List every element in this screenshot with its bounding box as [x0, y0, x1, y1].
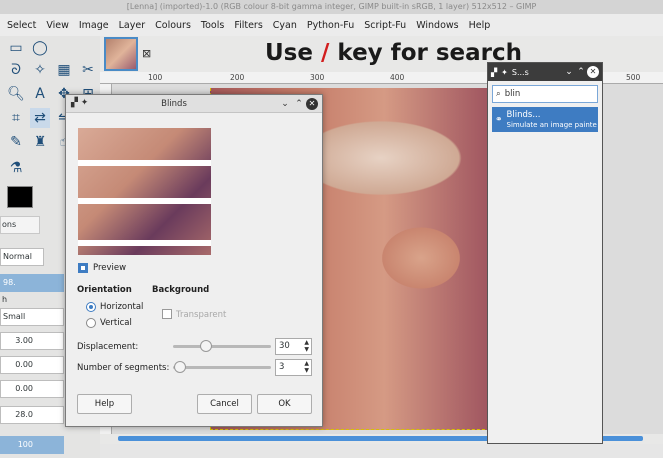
search-query: blin [504, 89, 521, 99]
vertical-radio[interactable] [86, 318, 96, 328]
result-description: Simulate an image painte [506, 120, 597, 129]
dialog-title: Blinds [161, 98, 187, 109]
background-heading: Background [152, 285, 210, 295]
displacement-label: Displacement: [77, 342, 139, 352]
ok-button[interactable]: OK [257, 394, 312, 414]
foreground-color[interactable] [7, 186, 33, 208]
search-icon: ⌕ [496, 89, 501, 99]
search-result-blinds[interactable]: ⚭ Blinds... Simulate an image painte [492, 107, 598, 132]
image-tab-thumbnail[interactable] [104, 37, 138, 71]
ruler-label: 500 [626, 73, 641, 82]
help-button[interactable]: Help [77, 394, 132, 414]
measure-icon[interactable]: A [30, 84, 50, 104]
fuzzy-select-icon[interactable]: ✧ [30, 60, 50, 80]
preview-label: Preview [93, 263, 127, 273]
select-by-color-icon[interactable]: ▦ [54, 60, 74, 80]
tool-options-tab[interactable]: ons [0, 216, 40, 234]
dialog-titlebar: ▞ ✦ Blinds ⌄ ⌃ ✕ [66, 95, 322, 113]
menu-filters[interactable]: Filters [229, 20, 267, 31]
displacement-slider[interactable] [173, 345, 271, 348]
search-input[interactable]: ⌕ blin [492, 85, 598, 103]
result-name: Blinds... [506, 109, 541, 120]
crop-icon[interactable]: ⌗ [6, 108, 26, 128]
segments-slider-knob[interactable] [174, 361, 186, 373]
horizontal-radio[interactable] [86, 302, 96, 312]
close-icon[interactable]: ✕ [306, 97, 318, 110]
spacing-field[interactable]: 28.0 [0, 406, 64, 424]
blinds-dialog: ▞ ✦ Blinds ⌄ ⌃ ✕ Preview Orientation Hor… [65, 94, 323, 427]
aspect-field[interactable]: 0.00 [0, 356, 64, 374]
segments-spinbox[interactable]: 3 ▲ ▼ [275, 359, 312, 376]
angle-field[interactable]: 0.00 [0, 380, 64, 398]
menu-windows[interactable]: Windows [411, 20, 463, 31]
menu-view[interactable]: View [41, 20, 74, 31]
displacement-value: 30 [279, 341, 290, 351]
cancel-button[interactable]: Cancel [197, 394, 252, 414]
hint-before: Use [265, 40, 313, 66]
zoom-icon[interactable]: 🔍︎ [6, 84, 26, 104]
search-panel-title: S...s [511, 67, 529, 77]
hardness-slider[interactable]: 100 [0, 436, 64, 454]
ellipse-select-icon[interactable]: ◯ [30, 38, 50, 58]
segments-label: Number of segments: [77, 363, 170, 373]
blind-slat [78, 240, 211, 246]
transform-icon[interactable]: ⇄ [30, 108, 50, 128]
displacement-spinbox[interactable]: 30 ▲ ▼ [275, 338, 312, 355]
ruler-label: 200 [230, 73, 245, 82]
ruler-label: 400 [390, 73, 405, 82]
segments-value: 3 [279, 362, 285, 372]
rect-select-icon[interactable]: ▭ [6, 38, 26, 58]
pencil-icon[interactable]: ✎ [6, 132, 26, 152]
search-actions-panel: ▞ ✦ S...s ⌄ ⌃ ✕ ⌕ blin ⚭ Blinds... Simul… [487, 62, 603, 444]
horizontal-label: Horizontal [100, 302, 144, 312]
brush-select[interactable]: Small [0, 308, 64, 326]
menu-image[interactable]: Image [74, 20, 114, 31]
close-icon[interactable]: ✕ [587, 66, 599, 78]
menu-colours[interactable]: Colours [150, 20, 196, 31]
transparent-label: Transparent [176, 310, 227, 320]
menu-script-fu[interactable]: Script-Fu [359, 20, 411, 31]
ruler-label: 300 [310, 73, 325, 82]
search-hint: Use / key for search [265, 40, 522, 66]
search-panel-titlebar: ▞ ✦ S...s ⌄ ⌃ ✕ [488, 63, 602, 81]
minimize-icon[interactable]: ⌄ [278, 99, 292, 109]
menu-select[interactable]: Select [2, 20, 41, 31]
segments-slider[interactable] [173, 366, 271, 369]
spin-arrows-icon[interactable]: ▲ ▼ [304, 339, 309, 353]
scissors-icon[interactable]: ✂ [78, 60, 98, 80]
menu-cyan[interactable]: Cyan [268, 20, 302, 31]
color-picker-icon[interactable]: ⚗ [6, 158, 26, 178]
size-field[interactable]: 3.00 [0, 332, 64, 350]
dialog-app-icon: ▞ ✦ [71, 98, 89, 108]
menu-help[interactable]: Help [464, 20, 496, 31]
menubar: Select View Image Layer Colours Tools Fi… [0, 14, 663, 36]
menu-layer[interactable]: Layer [114, 20, 151, 31]
blinds-filter-icon: ⚭ [495, 114, 503, 125]
transparent-checkbox[interactable] [162, 309, 172, 319]
ruler-label: 100 [148, 73, 163, 82]
spin-arrows-icon[interactable]: ▲ ▼ [304, 360, 309, 374]
preview-checkbox[interactable] [78, 263, 88, 273]
lasso-icon[interactable]: ᘐ [6, 60, 26, 80]
status-bar [100, 444, 663, 458]
window-title: [Lenna] (imported)-1.0 (RGB colour 8-bit… [0, 0, 663, 14]
preview-image [78, 128, 211, 255]
vertical-label: Vertical [100, 318, 132, 328]
blind-slat [78, 160, 211, 166]
stamp-icon[interactable]: ♜ [30, 132, 50, 152]
displacement-slider-knob[interactable] [200, 340, 212, 352]
app-icon: ▞ [491, 67, 498, 77]
opacity-slider[interactable]: 98. [0, 274, 64, 292]
maximize-icon[interactable]: ⌃ [292, 99, 306, 109]
close-tab-icon[interactable]: ⊠ [142, 47, 151, 60]
minimize-icon[interactable]: ⌄ [563, 67, 575, 77]
maximize-icon[interactable]: ⌃ [575, 67, 587, 77]
mode-select[interactable]: Normal [0, 248, 44, 266]
blind-slat [78, 198, 211, 204]
menu-tools[interactable]: Tools [196, 20, 229, 31]
menu-python-fu[interactable]: Python-Fu [302, 20, 359, 31]
hint-slash: / [320, 40, 330, 66]
pin-icon[interactable]: ✦ [501, 68, 508, 77]
orientation-heading: Orientation [77, 285, 132, 295]
